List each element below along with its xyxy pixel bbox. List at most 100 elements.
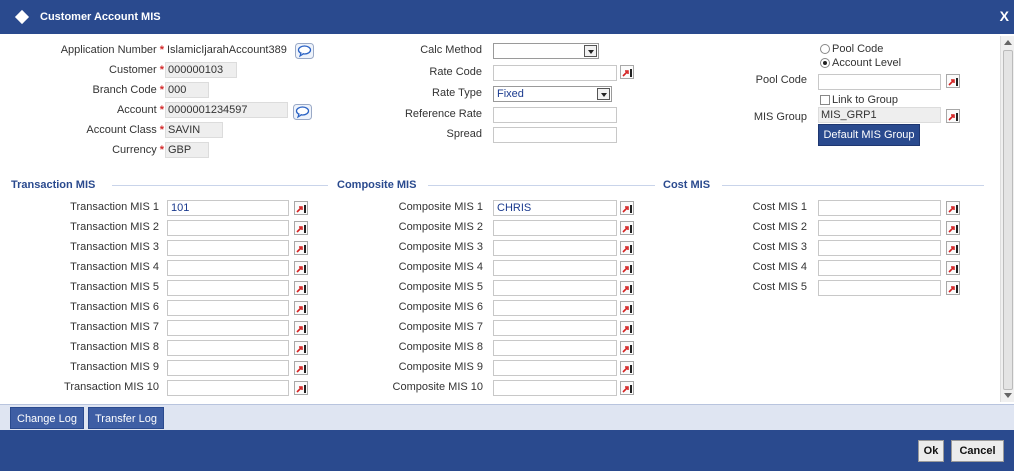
- pool-code-input[interactable]: [818, 74, 941, 90]
- reference-rate-input[interactable]: [493, 107, 617, 123]
- transaction-mis-lov-icon[interactable]: [294, 221, 308, 235]
- cost-mis-lov-icon[interactable]: [946, 281, 960, 295]
- ok-button[interactable]: Ok: [918, 440, 944, 462]
- chevron-down-icon: [597, 88, 610, 100]
- account-label: Account *: [116, 104, 164, 116]
- composite-mis-input[interactable]: [493, 300, 617, 316]
- composite-mis-label: Composite MIS 9: [398, 361, 483, 373]
- tab-transfer-log[interactable]: Transfer Log: [88, 407, 164, 429]
- calc-method-label: Calc Method: [420, 44, 482, 56]
- composite-mis-label: Composite MIS 8: [398, 341, 483, 353]
- transaction-mis-label: Transaction MIS 3: [70, 241, 159, 253]
- scroll-up-icon[interactable]: [1004, 40, 1012, 45]
- composite-mis-lov-icon[interactable]: [620, 381, 634, 395]
- account-level-radio[interactable]: [820, 58, 830, 68]
- cost-mis-input[interactable]: [818, 220, 941, 236]
- link-to-group-label: Link to Group: [832, 94, 899, 106]
- pool-code-label: Pool Code: [755, 74, 807, 86]
- rate-type-label: Rate Type: [432, 87, 482, 99]
- link-to-group-checkbox[interactable]: [820, 95, 830, 105]
- composite-mis-lov-icon[interactable]: [620, 281, 634, 295]
- application-number-label: Application Number *: [60, 44, 164, 56]
- cost-mis-label: Cost MIS 5: [752, 281, 807, 293]
- transaction-mis-label: Transaction MIS 4: [70, 261, 159, 273]
- transaction-mis-label: Transaction MIS 10: [64, 381, 159, 393]
- transaction-mis-lov-icon[interactable]: [294, 241, 308, 255]
- transaction-mis-lov-icon[interactable]: [294, 381, 308, 395]
- composite-mis-input[interactable]: [493, 340, 617, 356]
- composite-mis-input[interactable]: [493, 380, 617, 396]
- transaction-mis-input[interactable]: [167, 300, 289, 316]
- composite-mis-input[interactable]: [493, 360, 617, 376]
- transaction-mis-lov-icon[interactable]: [294, 321, 308, 335]
- spread-input[interactable]: [493, 127, 617, 143]
- composite-mis-lov-icon[interactable]: [620, 301, 634, 315]
- transaction-mis-label: Transaction MIS 5: [70, 281, 159, 293]
- transaction-mis-input[interactable]: [167, 360, 289, 376]
- vertical-scrollbar[interactable]: [1000, 36, 1014, 402]
- composite-mis-lov-icon[interactable]: [620, 201, 634, 215]
- composite-mis-input[interactable]: [493, 320, 617, 336]
- pool-code-radio[interactable]: [820, 44, 830, 54]
- transaction-mis-lov-icon[interactable]: [294, 201, 308, 215]
- cost-mis-lov-icon[interactable]: [946, 241, 960, 255]
- window-diamond-icon: [14, 9, 30, 25]
- composite-mis-lov-icon[interactable]: [620, 321, 634, 335]
- tabs-bar: Change Log Transfer Log: [0, 404, 1014, 430]
- composite-mis-lov-icon[interactable]: [620, 341, 634, 355]
- composite-mis-label: Composite MIS 5: [398, 281, 483, 293]
- composite-mis-input[interactable]: [493, 280, 617, 296]
- cost-mis-input[interactable]: [818, 200, 941, 216]
- composite-mis-label: Composite MIS 6: [398, 301, 483, 313]
- transaction-mis-input[interactable]: [167, 260, 289, 276]
- composite-mis-label: Composite MIS 3: [398, 241, 483, 253]
- rate-code-input[interactable]: [493, 65, 617, 81]
- cost-mis-input[interactable]: [818, 280, 941, 296]
- composite-mis-input[interactable]: [493, 260, 617, 276]
- transaction-mis-input[interactable]: [167, 340, 289, 356]
- divider: [112, 185, 328, 186]
- cost-mis-input[interactable]: [818, 240, 941, 256]
- transaction-mis-lov-icon[interactable]: [294, 361, 308, 375]
- rate-code-lov-icon[interactable]: [620, 65, 634, 79]
- transaction-mis-lov-icon[interactable]: [294, 301, 308, 315]
- form-content: Application Number * IslamicIjarahAccount…: [0, 34, 1014, 404]
- cost-mis-lov-icon[interactable]: [946, 201, 960, 215]
- pool-code-lov-icon[interactable]: [946, 74, 960, 88]
- transaction-mis-lov-icon[interactable]: [294, 281, 308, 295]
- composite-mis-lov-icon[interactable]: [620, 261, 634, 275]
- footer-bar: Ok Cancel: [0, 430, 1014, 471]
- composite-mis-input[interactable]: [493, 220, 617, 236]
- transaction-mis-input[interactable]: [167, 380, 289, 396]
- transaction-mis-input[interactable]: [167, 220, 289, 236]
- transaction-mis-lov-icon[interactable]: [294, 341, 308, 355]
- branch-code-label: Branch Code *: [92, 84, 165, 96]
- transaction-mis-input[interactable]: 101: [167, 200, 289, 216]
- cost-mis-input[interactable]: [818, 260, 941, 276]
- transaction-mis-input[interactable]: [167, 240, 289, 256]
- scroll-down-icon[interactable]: [1004, 393, 1012, 398]
- transaction-mis-label: Transaction MIS 6: [70, 301, 159, 313]
- tab-change-log[interactable]: Change Log: [10, 407, 84, 429]
- composite-mis-lov-icon[interactable]: [620, 361, 634, 375]
- rate-type-select[interactable]: Fixed: [493, 86, 612, 102]
- calc-method-select[interactable]: [493, 43, 599, 59]
- mis-group-lov-icon[interactable]: [946, 109, 960, 123]
- transaction-mis-title: Transaction MIS: [11, 179, 96, 191]
- default-mis-group-button[interactable]: Default MIS Group: [818, 124, 920, 146]
- cost-mis-lov-icon[interactable]: [946, 261, 960, 275]
- composite-mis-lov-icon[interactable]: [620, 241, 634, 255]
- transaction-mis-input[interactable]: [167, 320, 289, 336]
- speech-bubble-icon[interactable]: [295, 43, 314, 59]
- composite-mis-input[interactable]: CHRIS: [493, 200, 617, 216]
- speech-bubble-icon[interactable]: [293, 104, 312, 120]
- cost-mis-lov-icon[interactable]: [946, 221, 960, 235]
- transaction-mis-lov-icon[interactable]: [294, 261, 308, 275]
- cost-mis-label: Cost MIS 4: [752, 261, 807, 273]
- composite-mis-input[interactable]: [493, 240, 617, 256]
- close-icon[interactable]: X: [1000, 8, 1009, 24]
- cancel-button[interactable]: Cancel: [951, 440, 1004, 462]
- composite-mis-lov-icon[interactable]: [620, 221, 634, 235]
- transaction-mis-input[interactable]: [167, 280, 289, 296]
- scroll-thumb[interactable]: [1003, 50, 1013, 390]
